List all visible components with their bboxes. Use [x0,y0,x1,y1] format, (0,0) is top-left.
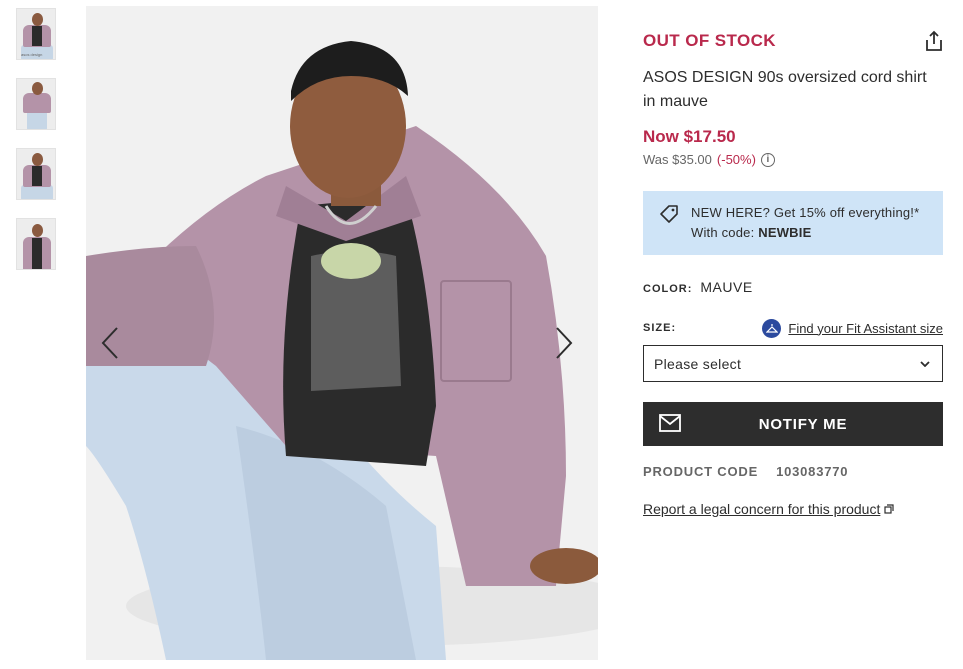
size-select-value: Please select [654,355,742,372]
thumbnail-figure [32,26,42,46]
mail-icon [659,414,681,432]
promo-text: NEW HERE? Get 15% off everything!* [691,205,920,220]
legal-concern-link[interactable]: Report a legal concern for this product [643,501,943,517]
info-icon[interactable]: i [760,153,775,167]
stock-status: OUT OF STOCK [643,31,776,50]
product-code-row: PRODUCT CODE 103083770 [643,464,943,479]
product-main-image[interactable] [86,6,598,660]
thumbnail-4[interactable] [16,218,56,270]
thumbnail-3[interactable] [16,148,56,200]
thumbnail-2[interactable] [16,78,56,130]
size-label: SIZE: [643,322,677,334]
promo-code-line: With code: NEWBIE [691,223,927,243]
previous-image-button[interactable] [100,326,130,366]
thumbnail-figure [32,13,43,26]
share-icon [926,30,942,51]
color-value: MAUVE [700,279,753,295]
thumbnail-figure [23,93,51,113]
thumbnail-figure [32,224,43,237]
notify-me-button[interactable]: NOTIFY ME [643,402,943,446]
product-code-value: 103083770 [776,464,849,479]
current-price: Now $17.50 [643,127,736,146]
product-title: ASOS DESIGN 90s oversized cord shirt in … [643,69,927,110]
notify-me-label: NOTIFY ME [758,415,848,433]
color-row: COLOR: MAUVE [643,279,943,295]
product-info-panel: OUT OF STOCK ASOS DESIGN 90s oversized c… [643,28,943,517]
chevron-left-icon [101,327,118,359]
thumbnail-figure [32,153,43,166]
thumbnail-list: asos design [16,8,56,288]
previous-price: Was $35.00 [643,152,712,167]
thumbnail-figure [32,238,42,269]
thumbnail-figure [21,185,53,199]
thumbnail-caption: asos design [21,52,43,57]
fit-assistant-link-text: Find your Fit Assistant size [788,320,943,336]
promo-banner[interactable]: NEW HERE? Get 15% off everything!* With … [643,191,943,255]
thumbnail-1[interactable]: asos design [16,8,56,60]
promo-code: NEWBIE [758,225,812,240]
external-link-icon [884,504,894,514]
product-photo [86,6,598,660]
product-code-label: PRODUCT CODE [643,464,759,479]
fit-assistant-icon [762,318,782,338]
chevron-down-icon [920,360,930,367]
legal-concern-text: Report a legal concern for this product [643,501,881,517]
fit-assistant-link[interactable]: Find your Fit Assistant size [762,318,943,338]
tag-icon [660,205,678,223]
promo-code-prefix: With code: [691,225,759,240]
next-image-button[interactable] [554,326,584,366]
thumbnail-figure [32,82,43,95]
chevron-right-icon [556,327,573,359]
size-row: SIZE: Find your Fit Assistant size [643,318,943,338]
discount-percent: (-50%) [716,152,756,167]
color-label: COLOR: [643,283,693,295]
share-button[interactable] [924,30,946,52]
previous-price-row: Was $35.00 (-50%) i [643,151,943,169]
size-select[interactable]: Please select [643,345,943,382]
thumbnail-figure [32,166,42,186]
